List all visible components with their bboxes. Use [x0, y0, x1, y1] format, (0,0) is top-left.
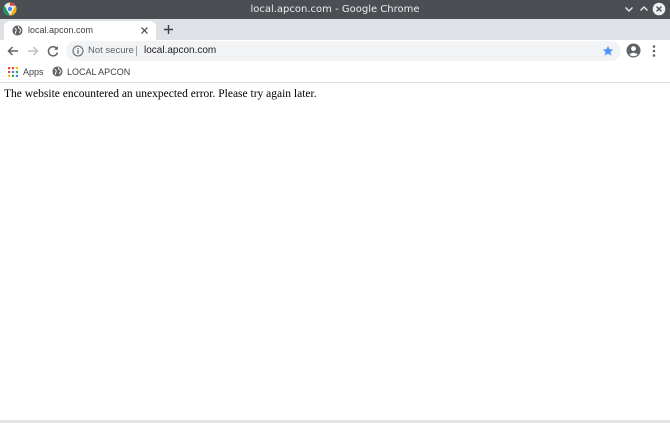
tab-close-icon[interactable] — [140, 26, 149, 35]
reload-icon[interactable] — [46, 44, 60, 58]
forward-arrow-icon[interactable] — [26, 44, 40, 58]
window-titlebar: local.apcon.com - Google Chrome — [0, 0, 670, 19]
address-bar[interactable]: Not secure local.apcon.com — [66, 41, 621, 61]
page-content: The website encountered an unexpected er… — [0, 83, 670, 420]
address-separator — [136, 46, 137, 56]
window-close-icon[interactable] — [652, 2, 666, 16]
profile-avatar-icon[interactable] — [626, 43, 641, 58]
globe-icon — [52, 66, 63, 77]
globe-icon — [12, 25, 23, 36]
bookmark-star-icon[interactable] — [602, 45, 614, 57]
apps-grid-icon — [8, 67, 18, 77]
url-input[interactable]: local.apcon.com — [144, 41, 216, 61]
kebab-menu-icon[interactable] — [649, 44, 659, 58]
window-title: local.apcon.com - Google Chrome — [250, 4, 420, 15]
minimize-icon[interactable] — [622, 2, 636, 16]
tab-local-apcon[interactable]: local.apcon.com — [4, 21, 156, 40]
bookmark-label: Apps — [23, 67, 44, 77]
new-tab-icon[interactable] — [162, 23, 175, 36]
tab-title: local.apcon.com — [28, 25, 94, 35]
security-indicator[interactable]: Not secure — [88, 41, 134, 61]
tab-strip: local.apcon.com — [0, 19, 670, 40]
bookmark-label: LOCAL APCON — [67, 67, 131, 77]
browser-toolbar: Not secure local.apcon.com — [0, 40, 670, 62]
info-icon[interactable] — [72, 45, 84, 57]
back-arrow-icon[interactable] — [6, 44, 20, 58]
bookmarks-bar: Apps LOCAL APCON — [0, 62, 670, 83]
maximize-icon[interactable] — [637, 2, 651, 16]
error-message: The website encountered an unexpected er… — [4, 88, 317, 100]
